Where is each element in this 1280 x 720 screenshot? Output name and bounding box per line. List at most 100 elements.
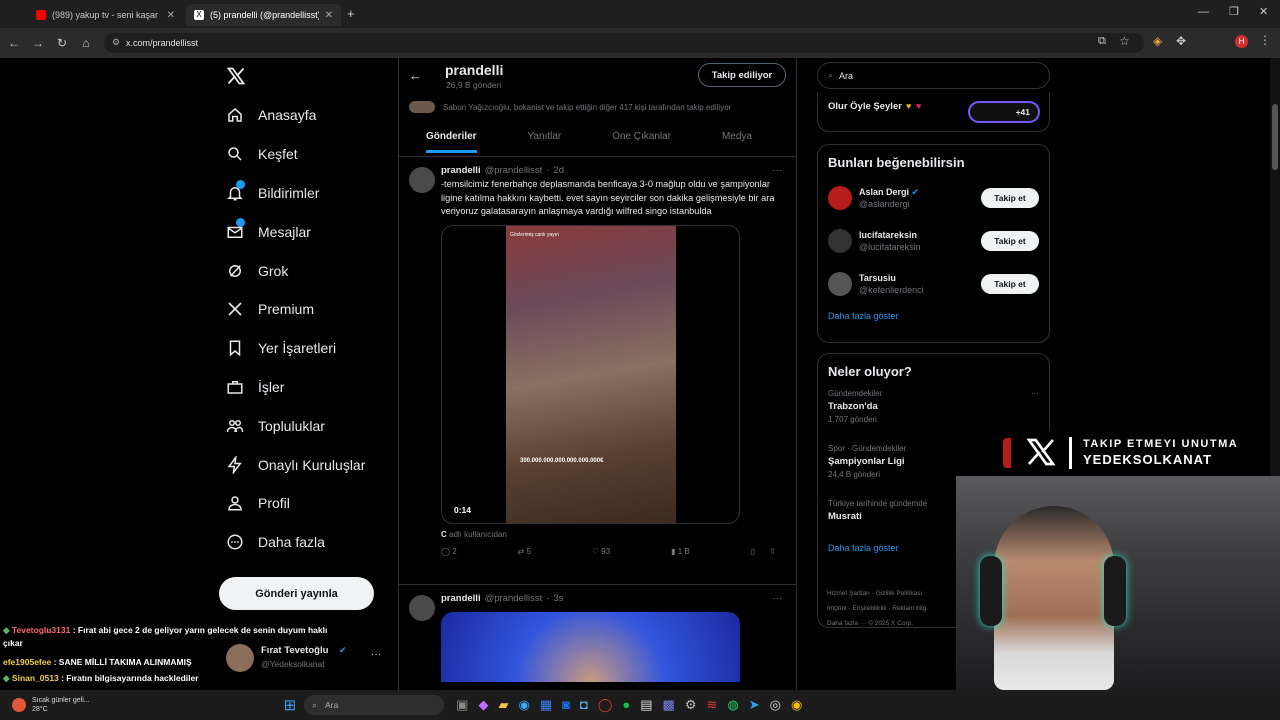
- tab-youtube[interactable]: (989) yakup tv - seni kaşar seni ✕: [28, 4, 183, 26]
- weather-icon[interactable]: [12, 698, 26, 712]
- views-button[interactable]: ▮ 1 B: [671, 547, 690, 556]
- tweet[interactable]: prandelli @prandellisst · 2d ··· -temsil…: [399, 157, 796, 585]
- maximize-icon[interactable]: ❐: [1229, 5, 1239, 18]
- suggestion-item[interactable]: lucifatareksin @lucifatareksin Takip et: [818, 219, 1049, 262]
- tab-media[interactable]: Medya: [722, 131, 752, 142]
- followers-you-know[interactable]: Sabun Yağızcıoğlu, bokanist ve takip ett…: [399, 100, 796, 114]
- follow-button[interactable]: Takip et: [981, 230, 1039, 251]
- follow-button[interactable]: Takip et: [981, 187, 1039, 208]
- spotify-icon[interactable]: ●: [622, 697, 630, 713]
- tab-highlights[interactable]: Öne Çıkanlar: [612, 131, 671, 142]
- star-icon[interactable]: ☆: [1119, 34, 1130, 48]
- tweet-handle[interactable]: @prandellisst: [485, 165, 543, 176]
- search-box[interactable]: ⌕ Ara: [817, 62, 1050, 89]
- weather-widget[interactable]: Sıcak günler geli... 28°C: [32, 696, 90, 714]
- nav-home[interactable]: Anasayfa: [218, 96, 398, 135]
- follow-button[interactable]: Takip et: [981, 273, 1039, 294]
- menu-icon[interactable]: ⋮: [1259, 33, 1271, 47]
- task-view-icon[interactable]: ▣: [456, 697, 468, 713]
- account-switcher[interactable]: Fırat Tevetoğlu ✔ @Yedeksolkanat ···: [226, 643, 386, 673]
- nav-notifications[interactable]: Bildirimler: [218, 174, 398, 213]
- tweet-handle[interactable]: @prandellisst: [485, 593, 543, 604]
- home-icon[interactable]: ⌂: [74, 36, 98, 50]
- nav-profile[interactable]: Profil: [218, 484, 398, 523]
- nav-more[interactable]: Daha fazla: [218, 523, 398, 562]
- nav-communities[interactable]: Topluluklar: [218, 406, 398, 445]
- copilot-icon[interactable]: ◆: [478, 697, 488, 713]
- tweet-time[interactable]: 2d: [553, 165, 564, 176]
- address-bar[interactable]: ⚙ x.com/prandellisst: [104, 33, 1144, 53]
- more-options-icon[interactable]: ···: [773, 165, 783, 176]
- video-attribution[interactable]: C adlı kullanıcıdan: [441, 530, 784, 539]
- community-members[interactable]: +41: [968, 101, 1040, 123]
- minimize-icon[interactable]: —: [1198, 6, 1209, 18]
- nav-premium[interactable]: Premium: [218, 290, 398, 329]
- site-info-icon[interactable]: ⚙: [112, 37, 120, 48]
- tab-replies[interactable]: Yanıtlar: [527, 131, 561, 142]
- tweet-video[interactable]: Gözlerimiş canlı yayın 300.000.000.000.0…: [441, 224, 740, 524]
- nav-grok[interactable]: Grok: [218, 251, 398, 290]
- reply-button[interactable]: ◯ 2: [441, 547, 457, 556]
- file-explorer-icon[interactable]: ▰: [498, 697, 508, 713]
- profile-avatar[interactable]: H: [1235, 35, 1248, 48]
- following-button[interactable]: Takip ediliyor: [698, 63, 786, 87]
- avatar[interactable]: [828, 228, 852, 253]
- suggestion-item[interactable]: Aslan Dergi ✔ @aslandergi Takip et: [818, 176, 1049, 219]
- more-options-icon[interactable]: ···: [1031, 389, 1039, 398]
- store-icon[interactable]: ▦: [540, 697, 552, 713]
- install-icon[interactable]: ⧉: [1098, 35, 1106, 48]
- whatsapp-icon[interactable]: ◍: [727, 697, 738, 713]
- post-count: 26,9 B gönderi: [446, 80, 502, 90]
- nav-verified-orgs[interactable]: Onaylı Kuruluşlar: [218, 445, 398, 484]
- edge-icon[interactable]: ◉: [518, 697, 529, 713]
- close-tab-icon[interactable]: ✕: [325, 10, 333, 21]
- back-arrow-icon[interactable]: ←: [409, 68, 422, 83]
- telegram-icon[interactable]: ➤: [749, 697, 760, 713]
- close-tab-icon[interactable]: ✕: [167, 10, 175, 21]
- reload-icon[interactable]: ↻: [50, 36, 74, 50]
- taskbar-search[interactable]: ⌕ Ara: [304, 695, 445, 715]
- back-icon[interactable]: ←: [2, 36, 26, 50]
- nav-bookmarks[interactable]: Yer İşaretleri: [218, 329, 398, 368]
- extension-icon[interactable]: ◈: [1153, 34, 1162, 48]
- settings-icon[interactable]: ⚙: [685, 697, 697, 713]
- new-tab-icon[interactable]: +: [347, 6, 355, 21]
- teams-icon[interactable]: ▩: [663, 697, 675, 713]
- nav-explore[interactable]: Keşfet: [218, 135, 398, 174]
- more-options-icon[interactable]: ···: [773, 593, 783, 604]
- suggestion-item[interactable]: Tarsusiu @kefenlierdenci Takip et: [818, 262, 1049, 305]
- windows-start-icon[interactable]: ⊞: [284, 696, 297, 714]
- opera-icon[interactable]: ◯: [598, 697, 613, 713]
- tweet-image[interactable]: [441, 612, 740, 682]
- tweet-author-name[interactable]: prandelli: [441, 593, 481, 604]
- tab-x-profile[interactable]: X (5) prandelli (@prandellisst) / X ✕: [186, 4, 341, 26]
- tweet-author-name[interactable]: prandelli: [441, 165, 481, 176]
- app-icon[interactable]: ◘: [580, 697, 588, 713]
- nav-jobs[interactable]: İşler: [218, 368, 398, 407]
- close-window-icon[interactable]: ✕: [1259, 5, 1268, 18]
- chrome-icon[interactable]: ◉: [791, 697, 802, 713]
- retweet-button[interactable]: ⇄ 5: [518, 547, 531, 556]
- tweet-time[interactable]: 3s: [553, 593, 563, 604]
- share-icon[interactable]: ⇧: [769, 547, 776, 556]
- scrollbar-thumb[interactable]: [1272, 104, 1278, 170]
- show-more-link[interactable]: Daha fazla göster: [818, 305, 1049, 327]
- bookmark-button[interactable]: ▯ ⇧: [751, 547, 776, 556]
- app-icon[interactable]: ≋: [707, 697, 718, 713]
- tab-posts[interactable]: Gönderiler: [426, 131, 477, 153]
- puzzle-icon[interactable]: ✥: [1176, 34, 1186, 48]
- more-options-icon[interactable]: ···: [371, 649, 381, 660]
- post-button[interactable]: Gönderi yayınla: [219, 577, 374, 610]
- nav-messages[interactable]: Mesajlar: [218, 212, 398, 251]
- obs-icon[interactable]: ◎: [770, 697, 781, 713]
- app-icon[interactable]: ▤: [640, 697, 652, 713]
- tweet[interactable]: prandelli @prandellisst · 3s ···: [399, 585, 796, 690]
- avatar[interactable]: [828, 271, 852, 296]
- outlook-icon[interactable]: ◙: [562, 697, 570, 713]
- like-button[interactable]: ♡ 93: [592, 547, 610, 556]
- avatar[interactable]: [409, 595, 435, 621]
- community-card[interactable]: Olur Öyle Şeyler ♥ ♥ +41: [817, 92, 1050, 132]
- avatar[interactable]: [409, 167, 435, 193]
- forward-icon[interactable]: →: [26, 36, 50, 50]
- avatar[interactable]: [828, 185, 852, 210]
